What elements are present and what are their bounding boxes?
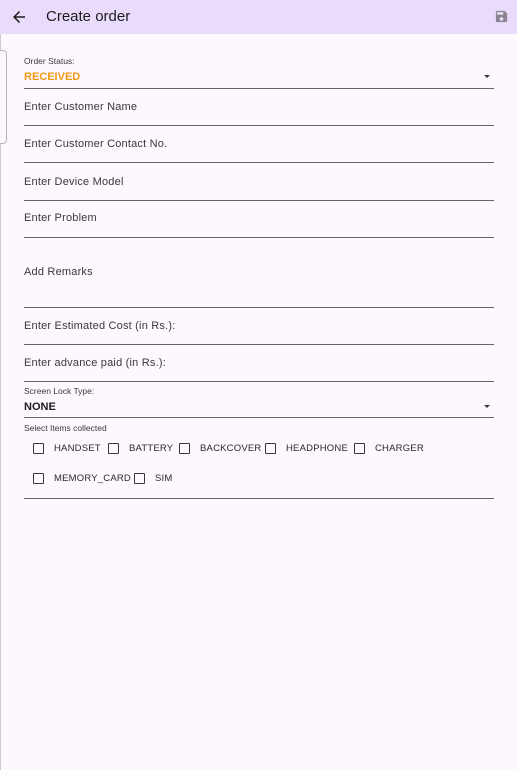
advance-paid-placeholder: Enter advance paid (in Rs.): (24, 357, 166, 369)
device-model-placeholder: Enter Device Model (24, 176, 124, 188)
checkbox-battery[interactable]: BATTERY (108, 443, 173, 454)
customer-contact-placeholder: Enter Customer Contact No. (24, 138, 168, 150)
remarks-placeholder: Add Remarks (24, 266, 93, 278)
checkbox-icon[interactable] (108, 443, 119, 454)
checkbox-icon[interactable] (33, 443, 44, 454)
customer-name-field[interactable]: Enter Customer Name (24, 88, 494, 126)
side-drawer-handle[interactable] (0, 50, 7, 144)
save-button[interactable] (494, 9, 509, 24)
checkbox-handset[interactable]: HANDSET (33, 443, 101, 454)
items-collected-label: Select Items collected (24, 423, 107, 433)
dropdown-arrow-icon (484, 75, 490, 78)
screen-lock-value: NONE (24, 401, 56, 413)
order-status-value: RECEIVED (24, 71, 81, 83)
problem-placeholder: Enter Problem (24, 212, 97, 224)
arrow-left-icon (13, 11, 25, 23)
back-button[interactable] (10, 8, 28, 26)
checkbox-label: BACKCOVER (200, 443, 262, 454)
checkbox-icon[interactable] (265, 443, 276, 454)
problem-field[interactable]: Enter Problem (24, 200, 494, 238)
customer-contact-field[interactable]: Enter Customer Contact No. (24, 125, 494, 163)
customer-name-placeholder: Enter Customer Name (24, 101, 138, 113)
checkbox-label: HEADPHONE (286, 443, 348, 454)
dropdown-arrow-icon (484, 405, 490, 408)
checkbox-icon[interactable] (33, 473, 44, 484)
order-status-dropdown[interactable]: Order Status: RECEIVED (24, 56, 494, 89)
checkbox-charger[interactable]: CHARGER (354, 443, 424, 454)
checkbox-label: MEMORY_CARD (54, 473, 131, 484)
save-icon (495, 10, 508, 23)
checkbox-label: SIM (155, 473, 173, 484)
checkbox-label: BATTERY (129, 443, 174, 454)
estimated-cost-placeholder: Enter Estimated Cost (in Rs.): (24, 320, 176, 332)
checkbox-memory-card[interactable]: MEMORY_CARD (33, 473, 131, 484)
estimated-cost-field[interactable]: Enter Estimated Cost (in Rs.): (24, 307, 494, 345)
page-title: Create order (46, 8, 131, 25)
device-model-field[interactable]: Enter Device Model (24, 162, 494, 201)
order-status-label: Order Status: (24, 56, 75, 66)
app-bar: Create order (0, 0, 517, 34)
screen-lock-dropdown[interactable]: Screen Lock Type: NONE (24, 386, 494, 418)
screen-lock-label: Screen Lock Type: (24, 386, 95, 396)
remarks-field[interactable]: Add Remarks (24, 237, 494, 308)
advance-paid-field[interactable]: Enter advance paid (in Rs.): (24, 344, 494, 382)
checkbox-headphone[interactable]: HEADPHONE (265, 443, 348, 454)
checkbox-backcover[interactable]: BACKCOVER (179, 443, 261, 454)
checkbox-label: CHARGER (375, 443, 424, 454)
checkbox-icon[interactable] (134, 473, 145, 484)
checkbox-icon[interactable] (179, 443, 190, 454)
checkbox-sim[interactable]: SIM (134, 473, 173, 484)
checkbox-label: HANDSET (54, 443, 101, 454)
checkbox-icon[interactable] (354, 443, 365, 454)
items-divider (24, 498, 494, 499)
